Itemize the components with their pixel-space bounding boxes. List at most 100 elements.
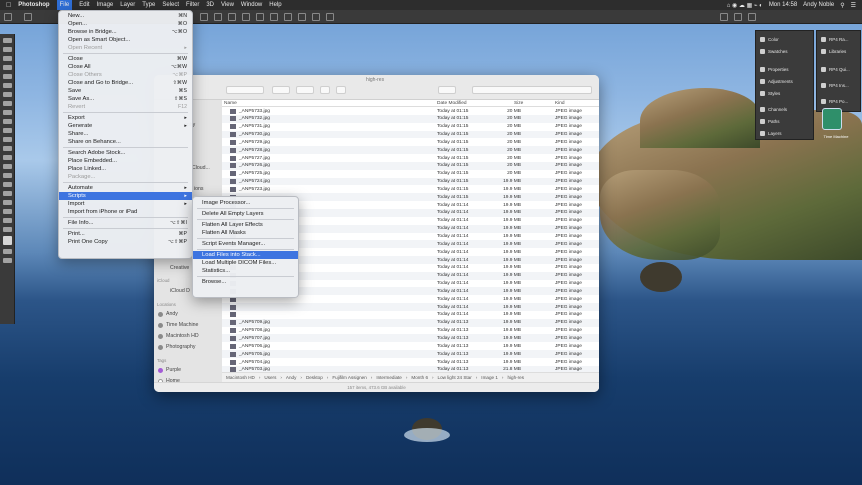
panel-rp4-ins[interactable]: RP4 Ins... [817,79,860,91]
type-tool-icon[interactable] [2,182,12,187]
menu-item-import[interactable]: Import ▸ [59,200,192,208]
menu-edit[interactable]: Edit [79,2,89,8]
menu-item-close-and-go-to-bridge[interactable]: Close and Go to Bridge... ⇧⌘W [59,79,192,87]
brush-tool-icon[interactable] [2,110,12,115]
panel-rp4-ra[interactable]: RP4 Ra... [817,33,860,45]
table-row[interactable]: _ANP5733.jpg Today at 01:15 20 MB JPEG imag… [222,107,599,115]
crop-tool-icon[interactable] [2,74,12,79]
table-row[interactable]: Today at 01:14 19.9 MB JPEG image [222,303,599,311]
menu-item-export[interactable]: Export ▸ [59,114,192,122]
table-row[interactable]: _ANP5705.jpg Today at 01:13 19.9 MB JPEG im… [222,350,599,358]
menu-3d[interactable]: 3D [206,2,214,8]
panel-paths[interactable]: Paths [756,115,813,127]
menu-item-load-multiple-dicom-files[interactable]: Load Multiple DICOM Files... [193,259,298,267]
share-icon[interactable] [748,13,756,21]
quick-select-tool-icon[interactable] [2,65,12,70]
align-icon[interactable] [270,13,278,21]
menu-item-share[interactable]: Share... [59,130,192,138]
history-brush-icon[interactable] [2,128,12,133]
sidebar-item-andy[interactable]: Andy [158,311,178,317]
table-row[interactable]: _ANP5704.jpg Today at 01:13 19.9 MB JPEG im… [222,358,599,366]
sidebar-item-macintosh-hd[interactable]: Macintosh HD [158,333,199,339]
path-segment[interactable]: Fujifilm Assignen [332,375,366,380]
action-gear-icon[interactable] [296,86,314,94]
menu-file[interactable]: File [56,0,73,10]
zoom-tool-icon[interactable] [2,218,12,223]
table-row[interactable]: _ANP5726.jpg Today at 01:15 20 MB JPEG imag… [222,161,599,170]
align-icon[interactable] [242,13,250,21]
menu-item-new[interactable]: New... ⌘N [59,12,192,20]
table-row[interactable]: _ANP5707.jpg Today at 01:13 19.9 MB JPEG im… [222,334,599,343]
menu-item-flatten-all-layer-effects[interactable]: Flatten All Layer Effects [193,221,298,229]
table-row[interactable]: _ANP5731.jpg Today at 01:15 20 MB JPEG imag… [222,123,599,131]
path-segment[interactable]: Low light 24 Star [438,375,472,380]
align-icon[interactable] [228,13,236,21]
time-machine-drive-icon[interactable] [822,108,842,130]
move-tool-icon[interactable] [2,38,12,43]
sidebar-item-photography[interactable]: Photography [158,344,195,350]
table-row[interactable]: _ANP5728.jpg Today at 01:15 20 MB JPEG imag… [222,146,599,155]
more-icon[interactable] [326,13,334,21]
panel-adjustments[interactable]: Adjustments [756,75,813,87]
hand-tool-icon[interactable] [2,209,12,214]
panel-channels[interactable]: Channels [756,103,813,115]
distribute-icon[interactable] [284,13,292,21]
align-icon[interactable] [200,13,208,21]
menu-item-delete-all-empty-layers[interactable]: Delete All Empty Layers [193,210,298,218]
home-icon[interactable] [4,13,12,21]
menu-item-import-from-iphone-or-ipad[interactable]: Import from iPhone or iPad [59,208,192,216]
panel-libraries[interactable]: Libraries [817,45,860,57]
panel-properties[interactable]: Properties [756,63,813,75]
table-row[interactable]: _ANP5709.jpg Today at 01:13 19.9 MB JPEG im… [222,318,599,327]
share-icon[interactable] [320,86,330,94]
menu-item-scripts[interactable]: Scripts ▸ [59,192,192,200]
path-segment[interactable]: Intermediate [376,375,402,380]
search-icon[interactable] [720,13,728,21]
menu-item-load-files-into-stack[interactable]: Load Files into Stack... [193,251,298,259]
dropbox-icon[interactable] [438,86,456,94]
color-swatches-icon[interactable] [2,236,12,245]
menu-item-image-processor[interactable]: Image Processor... [193,199,298,207]
menu-item-browse-in-bridge[interactable]: Browse in Bridge... ⌥⌘O [59,28,192,36]
healing-tool-icon[interactable] [2,101,12,106]
quick-mask-icon[interactable] [2,249,12,254]
sidebar-item-time-machine[interactable]: Time Machine [158,322,198,328]
menu-view[interactable]: View [221,2,234,8]
col-name[interactable]: Name [224,101,237,106]
lasso-tool-icon[interactable] [2,56,12,61]
menu-item-automate[interactable]: Automate ▸ [59,184,192,192]
menu-item-share-on-behance[interactable]: Share on Behance... [59,138,192,146]
menu-item-print-one-copy[interactable]: Print One Copy ⌥⇧⌘P [59,238,192,246]
distribute-icon[interactable] [298,13,306,21]
table-row[interactable]: _ANP5724.jpg Today at 01:15 19.9 MB JPEG im… [222,177,599,186]
col-date-modified[interactable]: Date Modified [437,101,467,106]
menu-select[interactable]: Select [162,2,179,8]
menu-item-search-adobe-stock[interactable]: Search Adobe Stock... [59,149,192,157]
clock[interactable]: Mon 14:58 [769,2,797,8]
panel-rp4-po[interactable]: RP4 Po... [817,95,860,107]
menu-item-browse[interactable]: Browse... [193,278,298,286]
sidebar-item-partial[interactable]: ions [194,186,204,192]
align-icon[interactable] [256,13,264,21]
search-icon[interactable]: ⚲ [840,2,844,9]
workspace-icon[interactable] [734,13,742,21]
menu-layer[interactable]: Layer [120,2,135,8]
path-segment[interactable]: high-res [507,375,524,380]
menu-item-open[interactable]: Open... ⌘O [59,20,192,28]
eraser-tool-icon[interactable] [2,137,12,142]
menu-item-generate[interactable]: Generate ▸ [59,122,192,130]
apple-icon[interactable]:  [6,2,11,9]
eyedropper-tool-icon[interactable] [2,92,12,97]
table-row[interactable]: _ANP5729.jpg Today at 01:15 20 MB JPEG imag… [222,138,599,146]
path-select-tool-icon[interactable] [2,191,12,196]
path-segment[interactable]: Desktop [306,375,323,380]
path-segment[interactable]: Month 6 [411,375,428,380]
path-segment[interactable]: Andy [286,375,296,380]
blur-tool-icon[interactable] [2,155,12,160]
menu-item-open-as-smart-object[interactable]: Open as Smart Object... [59,36,192,44]
user-name[interactable]: Andy Noble [803,2,834,8]
move-tool-icon[interactable] [24,13,32,21]
col-size[interactable]: Size [514,101,523,106]
panel-color[interactable]: Color [756,33,813,45]
group-button[interactable] [272,86,290,94]
